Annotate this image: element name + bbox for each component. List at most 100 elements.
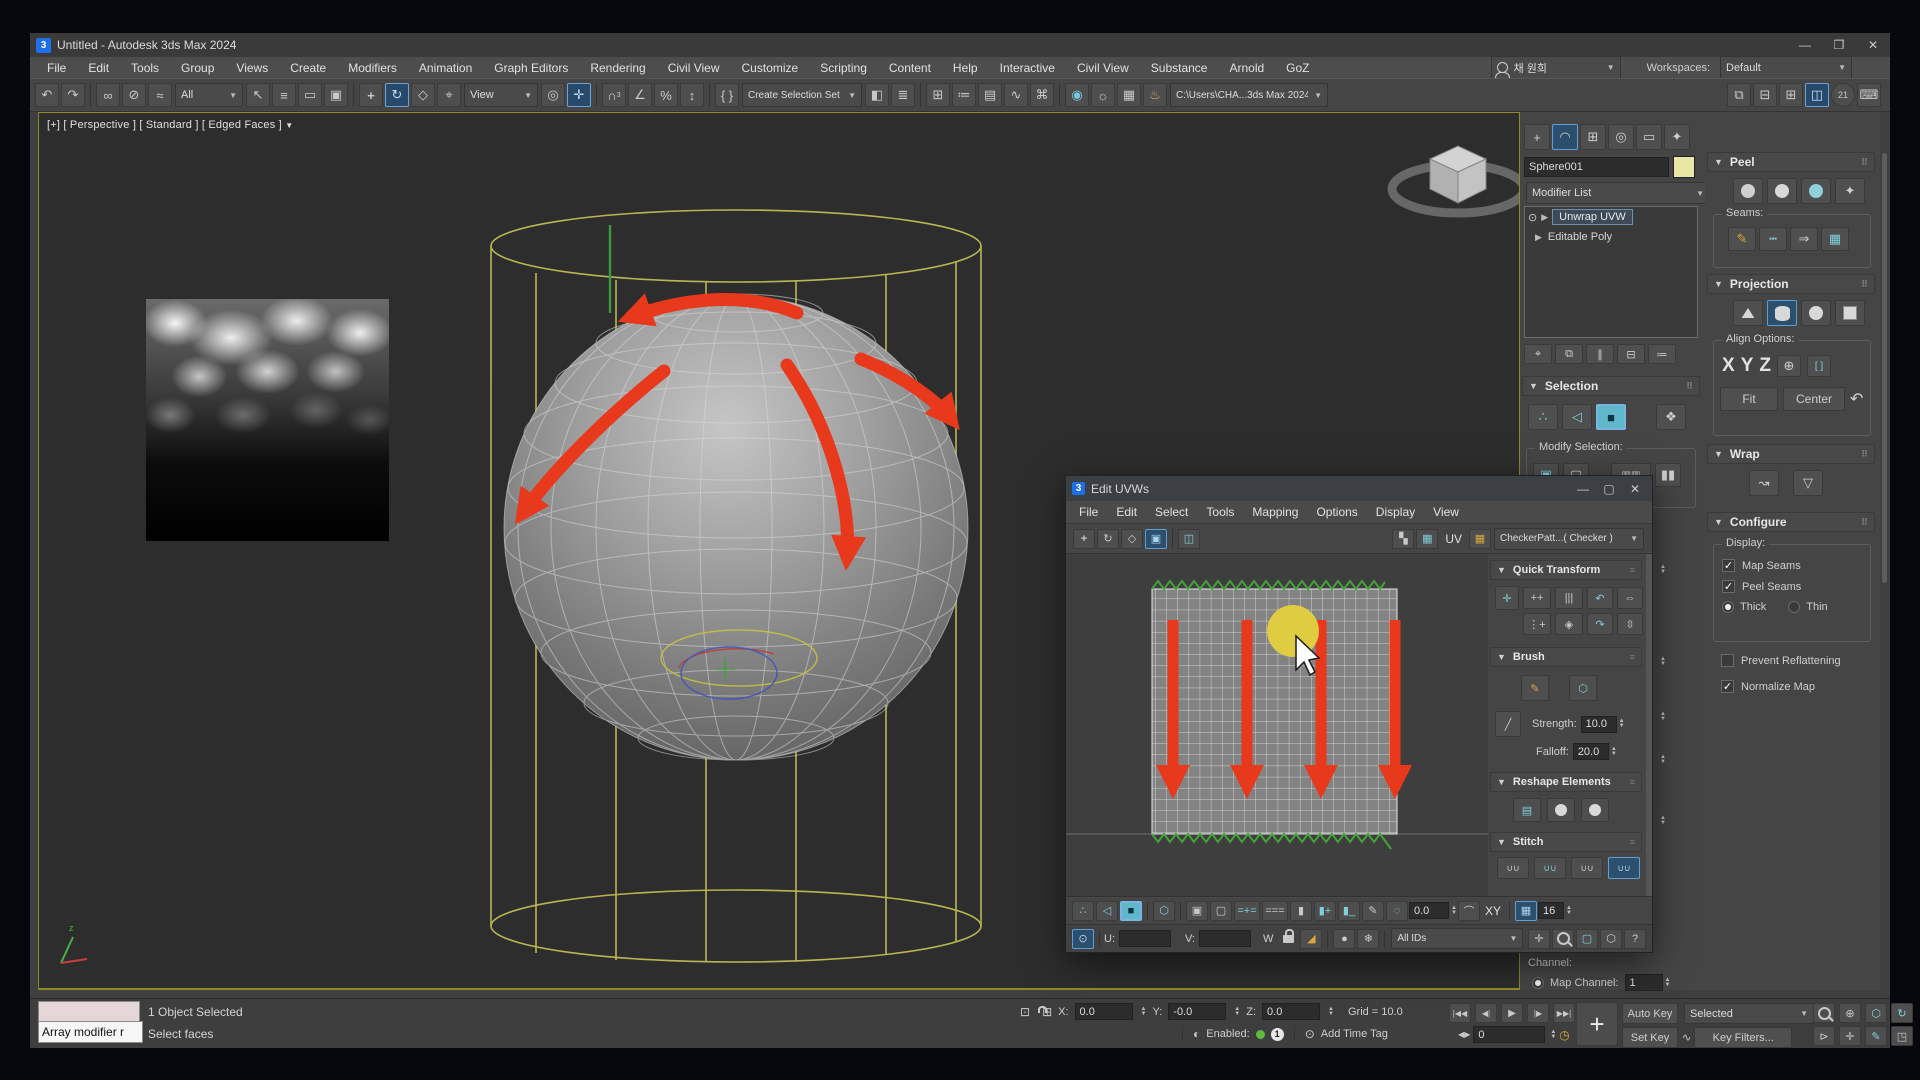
pelt-map-icon[interactable]: ✦	[1835, 178, 1865, 204]
menu-item-12[interactable]: Scripting	[809, 59, 878, 77]
align-to-view-icon[interactable]: ⊕	[1777, 355, 1801, 377]
rectangular-selection-icon[interactable]: ▭	[298, 83, 322, 107]
select-and-move-icon[interactable]: +	[359, 83, 383, 107]
adaptive-degradation-icon[interactable]: ◐	[1193, 1027, 1200, 1041]
hide-selected-icon[interactable]: ●	[1333, 929, 1355, 949]
remove-modifier-icon[interactable]: ⊟	[1617, 344, 1645, 364]
convert-edge-to-seam-icon[interactable]: ⇒	[1790, 227, 1818, 251]
weld-selected-icon[interactable]: =+=	[1234, 901, 1260, 921]
texture-options-icon[interactable]: ▦	[1469, 529, 1491, 549]
uv-edit-canvas[interactable]	[1066, 554, 1489, 896]
spline-wrap-icon[interactable]: ↝	[1749, 470, 1779, 496]
select-by-name-icon[interactable]: ≡	[272, 83, 296, 107]
select-object-icon[interactable]: ↖	[246, 83, 270, 107]
project-folder-dropdown[interactable]: C:\Users\CHA...3ds Max 2024▼	[1170, 83, 1328, 107]
curve-editor-icon[interactable]: ∿	[1004, 83, 1028, 107]
spinner[interactable]: ▲▼	[1660, 712, 1666, 722]
stitch-quick-icon[interactable]: ▮_	[1338, 901, 1360, 921]
inherit-container-icon[interactable]: ⊞	[1779, 83, 1803, 107]
menu-item-16[interactable]: Civil View	[1066, 59, 1140, 77]
mirror-icon[interactable]: ◧	[865, 83, 889, 107]
menu-item-9[interactable]: Rendering	[579, 59, 656, 77]
uv-mirror-icon[interactable]: ◫	[1178, 529, 1200, 549]
select-face-icon[interactable]: ■	[1596, 404, 1626, 430]
align-horizontal-icon[interactable]: ++	[1523, 587, 1551, 609]
space-vertical-icon[interactable]: ⇳	[1617, 613, 1643, 635]
absolute-typein-icon[interactable]: ⊙	[1072, 929, 1094, 949]
select-and-link-icon[interactable]: ∞	[96, 83, 120, 107]
falloff-curve-icon[interactable]: ╱	[1495, 711, 1521, 737]
modifier-list-dropdown[interactable]: Modifier List▼	[1526, 182, 1710, 204]
tab-hierarchy-icon[interactable]: ⊞	[1580, 124, 1606, 150]
import-container-icon[interactable]: ⧉	[1727, 83, 1751, 107]
close-icon[interactable]: ✕	[1856, 34, 1890, 57]
normalize-map-checkbox[interactable]: ✓	[1721, 680, 1734, 693]
menu-item-5[interactable]: Create	[279, 59, 337, 77]
selection-rollout-header[interactable]: ▼Selection⠿	[1522, 376, 1700, 396]
minimize-icon[interactable]: —	[1788, 34, 1822, 57]
select-and-scale-icon[interactable]: ◇	[411, 83, 435, 107]
pan-icon[interactable]: ✛	[1528, 929, 1550, 949]
spinner[interactable]: ▲▼	[1660, 657, 1666, 667]
expand-arrow-icon[interactable]: ▶	[1541, 212, 1548, 223]
thick-radio[interactable]	[1722, 601, 1734, 613]
unlink-selection-icon[interactable]: ⊘	[122, 83, 146, 107]
set-keys-button[interactable]: +	[1576, 1002, 1618, 1046]
center-button[interactable]: Center	[1783, 387, 1845, 411]
ribbon-toggle-icon[interactable]: ▤	[978, 83, 1002, 107]
relax-brush-icon[interactable]: ⬡	[1569, 675, 1597, 701]
paint-select-icon[interactable]: ✎	[1362, 901, 1384, 921]
map-channel-spinner[interactable]: ▲▼	[1665, 978, 1671, 988]
uv-move-icon[interactable]: +	[1073, 529, 1095, 549]
play-icon[interactable]: ▶	[1501, 1003, 1523, 1023]
spinner[interactable]: ▲▼	[1660, 755, 1666, 765]
uv-vertex-mode-icon[interactable]: ∴	[1072, 901, 1094, 921]
snaps-toggle-icon[interactable]: ∩3	[602, 83, 626, 107]
uv-panel-scrollbar[interactable]	[1646, 554, 1652, 896]
grid-size-field[interactable]: 16	[1538, 902, 1564, 919]
menu-item-11[interactable]: Customize	[731, 59, 810, 77]
all-ids-dropdown[interactable]: All IDs▼	[1391, 928, 1523, 949]
schematic-view-icon[interactable]: ⌘	[1030, 83, 1054, 107]
stitch-to-average-icon[interactable]: ∪∪	[1608, 857, 1640, 879]
align-icon[interactable]: ≣	[891, 83, 915, 107]
grid-snap-icon[interactable]: ▦	[1515, 901, 1537, 921]
uv-element-mode-icon[interactable]: ⬡	[1153, 901, 1175, 921]
peel-rollout-header[interactable]: ▼Peel⠿	[1707, 152, 1875, 172]
edit-seams-icon[interactable]: ✎	[1728, 227, 1756, 251]
z-spinner[interactable]: ▲▼	[1328, 1007, 1334, 1017]
select-vertex-icon[interactable]: ∴	[1528, 404, 1558, 430]
falloff-field[interactable]: 20.0	[1573, 743, 1609, 760]
align-vertical-icon[interactable]: |||	[1555, 587, 1583, 609]
falloff-space-icon[interactable]: ⌒	[1458, 901, 1480, 921]
isolate-selection-icon[interactable]: ⊡	[1020, 1005, 1030, 1019]
workspace-dropdown[interactable]: Default▼	[1720, 56, 1852, 80]
strength-spinner[interactable]: ▲▼	[1619, 719, 1625, 729]
uv-menu-item-3[interactable]: Tools	[1197, 503, 1243, 521]
x-field[interactable]: 0.0	[1075, 1003, 1133, 1020]
filter-selected-faces-icon[interactable]: ◢	[1300, 929, 1322, 949]
align-x-button[interactable]: X	[1722, 355, 1735, 377]
select-and-place-icon[interactable]: ⌖	[437, 83, 461, 107]
key-filters-curve-icon[interactable]: ∿	[1682, 1031, 1691, 1044]
map-seams-checkbox[interactable]: ✓	[1722, 559, 1735, 572]
align-z-button[interactable]: Z	[1759, 355, 1771, 377]
menu-item-19[interactable]: GoZ	[1275, 59, 1320, 77]
configure-rollout-header[interactable]: ▼Configure⠿	[1707, 512, 1875, 532]
expand-arrow-icon[interactable]: ▶	[1535, 232, 1542, 243]
set-key-button[interactable]: Set Key	[1622, 1027, 1678, 1048]
grid-size-spinner[interactable]: ▲▼	[1566, 906, 1572, 916]
strength-field[interactable]: 10.0	[1581, 716, 1617, 733]
stack-row-unwrap[interactable]: ⊙ ▶ Unwrap UVW	[1525, 207, 1697, 227]
menu-item-17[interactable]: Substance	[1140, 59, 1219, 77]
zoom-region-icon[interactable]: ▢	[1576, 929, 1598, 949]
soft-selection-icon[interactable]: ◌	[1386, 901, 1408, 921]
walk-through-icon[interactable]: ✎	[1865, 1026, 1887, 1046]
quick-transform-header[interactable]: ▼Quick Transform≡	[1490, 560, 1642, 580]
select-element-icon[interactable]: ❖	[1656, 404, 1686, 430]
rendered-frame-icon[interactable]: ▦	[1117, 83, 1141, 107]
align-left-right-icon[interactable]: ⇔	[1617, 587, 1643, 609]
make-unique-icon[interactable]: ∥	[1586, 344, 1614, 364]
user-account-dropdown[interactable]: 채 원희▼	[1491, 56, 1621, 80]
use-pivot-center-icon[interactable]: ◎	[541, 83, 565, 107]
